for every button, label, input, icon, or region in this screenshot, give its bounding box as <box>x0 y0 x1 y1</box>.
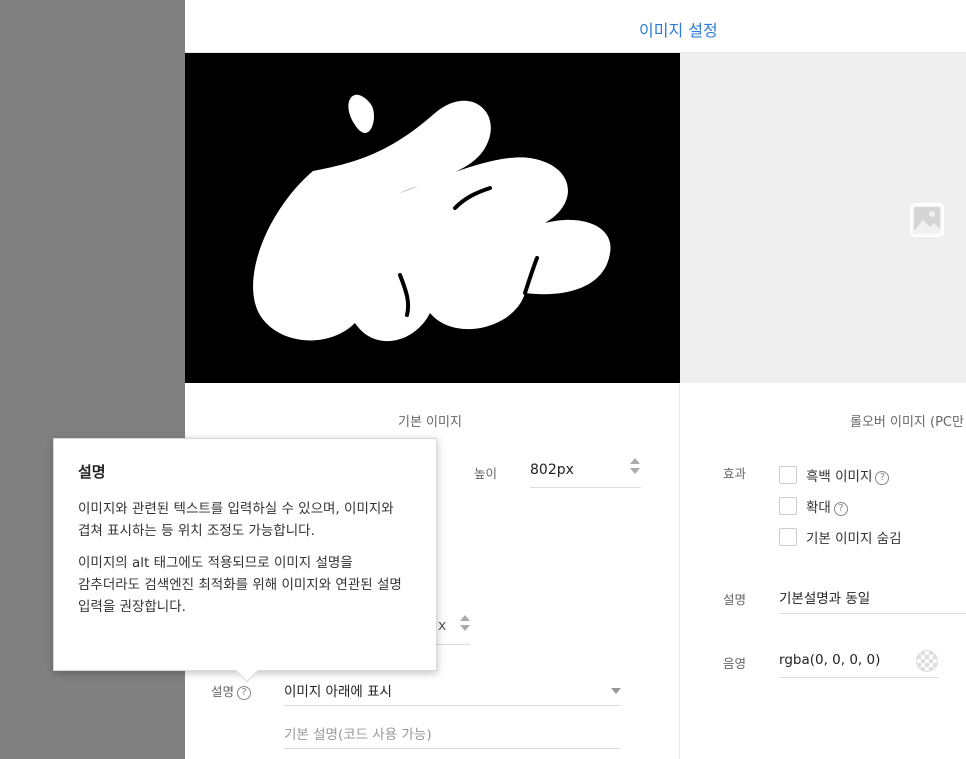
description-tooltip: 설명 이미지와 관련된 텍스트를 입력하실 수 있으며, 이미지와 겹쳐 표시하… <box>53 438 437 683</box>
tooltip-paragraph-1: 이미지와 관련된 텍스트를 입력하실 수 있으며, 이미지와 겹쳐 표시하는 등… <box>78 501 394 539</box>
base-image-preview[interactable] <box>185 53 680 383</box>
height-input[interactable]: 802px <box>530 462 574 478</box>
shadow-color-input[interactable]: rgba(0, 0, 0, 0) <box>779 652 880 668</box>
effect-label: 효과 <box>723 466 747 481</box>
shadow-label: 음영 <box>723 656 747 671</box>
question-circle-icon[interactable]: ? <box>875 471 890 485</box>
dialog-header: 이미지 설정 <box>185 0 966 53</box>
grayscale-label: 흑백 이미지? <box>806 465 890 485</box>
base-desc-position-select[interactable]: 이미지 아래에 표시 <box>284 680 392 700</box>
zoom-checkbox[interactable] <box>779 497 797 515</box>
height-stepper[interactable] <box>629 458 641 480</box>
hide-base-checkbox[interactable] <box>779 528 797 546</box>
color-picker-swatch[interactable] <box>916 650 938 672</box>
zoom-label: 확대? <box>806 496 848 516</box>
question-circle-icon[interactable]: ? <box>833 502 848 516</box>
base-image-column-title: 기본 이미지 <box>398 415 462 430</box>
rollover-desc-label: 설명 <box>723 592 747 607</box>
hidden-field-unit: x <box>438 618 447 634</box>
hide-base-label: 기본 이미지 숨김 <box>806 531 902 547</box>
tooltip-title: 설명 <box>78 463 106 481</box>
rollover-image-preview[interactable] <box>680 53 966 383</box>
logo-body <box>253 100 611 342</box>
rollover-desc-input[interactable]: 기본설명과 동일 <box>779 587 870 607</box>
base-desc-input[interactable]: 기본 설명(코드 사용 가능) <box>284 723 432 743</box>
question-circle-icon[interactable]: ? <box>237 686 252 700</box>
logo-dot <box>348 94 375 133</box>
hidden-field-stepper[interactable] <box>459 615 471 637</box>
tooltip-paragraph-2: 이미지의 alt 태그에도 적용되므로 이미지 설명을 감추더라도 검색엔진 최… <box>78 555 402 615</box>
base-desc-label: 설명? <box>211 681 252 700</box>
chevron-down-icon[interactable] <box>611 688 621 694</box>
grayscale-checkbox[interactable] <box>779 466 797 484</box>
logo-image <box>253 94 611 342</box>
image-placeholder-icon <box>910 203 944 237</box>
rollover-image-column-title: 롤오버 이미지 (PC만 <box>850 415 964 430</box>
column-divider <box>679 383 680 759</box>
dialog-title: 이미지 설정 <box>639 21 718 40</box>
height-label: 높이 <box>474 466 498 481</box>
